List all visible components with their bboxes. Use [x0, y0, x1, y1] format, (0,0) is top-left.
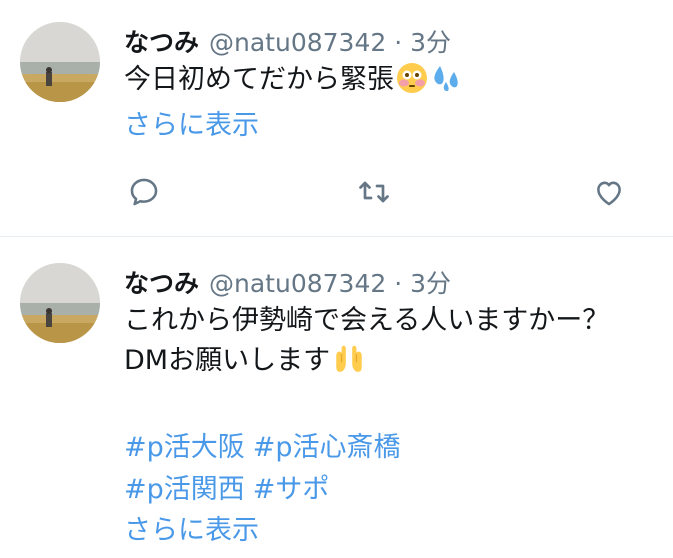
palms-up-together-icon [332, 341, 366, 387]
tweet-text-body: DMお願いします [124, 345, 331, 376]
hashtag-link[interactable]: #p活心斎橋 [253, 432, 401, 463]
tweet-actions [124, 172, 643, 212]
tweet-header: なつみ @natu087342 · 3分 [124, 267, 663, 301]
timestamp[interactable]: 3分 [410, 269, 451, 298]
like-button[interactable] [589, 172, 629, 212]
hashtag-line-1: #p活大阪 #p活心斎橋 [124, 427, 663, 469]
show-more-link[interactable]: さらに表示 [124, 106, 259, 146]
user-handle[interactable]: @natu087342 [209, 28, 386, 57]
tweet[interactable]: なつみ @natu087342 · 3分 今日初めてだから緊張 さらに表示 [0, 0, 673, 236]
tweet[interactable]: なつみ @natu087342 · 3分 これから伊勢崎で会える人いますかー？ D… [0, 237, 673, 558]
tweet-content: なつみ @natu087342 · 3分 今日初めてだから緊張 さらに表示 [124, 26, 663, 146]
reply-button[interactable] [124, 172, 164, 212]
avatar[interactable] [20, 22, 100, 102]
user-name[interactable]: なつみ [124, 269, 199, 298]
avatar-photo [20, 263, 100, 343]
heart-icon [597, 181, 621, 206]
tweet-text: 今日初めてだから緊張 [124, 60, 663, 106]
timestamp[interactable]: 3分 [410, 28, 451, 57]
user-name[interactable]: なつみ [124, 28, 199, 57]
retweet-button[interactable] [354, 172, 394, 212]
hashtag-link[interactable]: #p活大阪 [124, 432, 245, 463]
separator-dot: · [394, 269, 403, 298]
avatar[interactable] [20, 263, 100, 343]
show-more-link[interactable]: さらに表示 [124, 511, 259, 551]
tweet-header: なつみ @natu087342 · 3分 [124, 26, 663, 60]
hashtag-link[interactable]: #p活関西 [124, 474, 245, 505]
tweet-text-line-2: DMお願いします [124, 341, 663, 387]
reply-icon [130, 178, 158, 206]
text-spacer [124, 387, 663, 427]
avatar-photo [20, 22, 100, 102]
hashtag-line-2: #p活関西 #サポ [124, 469, 663, 511]
user-handle[interactable]: @natu087342 [209, 269, 386, 298]
hashtag-link[interactable]: #サポ [253, 474, 330, 505]
tweet-text-body: 今日初めてだから緊張 [124, 64, 394, 95]
tweet-content: なつみ @natu087342 · 3分 これから伊勢崎で会える人いますかー？ D… [124, 267, 663, 551]
flushed-face-icon [396, 62, 428, 106]
separator-dot: · [394, 28, 403, 57]
tweet-text-line-1: これから伊勢崎で会える人いますかー？ [124, 305, 610, 336]
sweat-droplets-icon [430, 62, 462, 106]
retweet-icon [359, 181, 389, 203]
